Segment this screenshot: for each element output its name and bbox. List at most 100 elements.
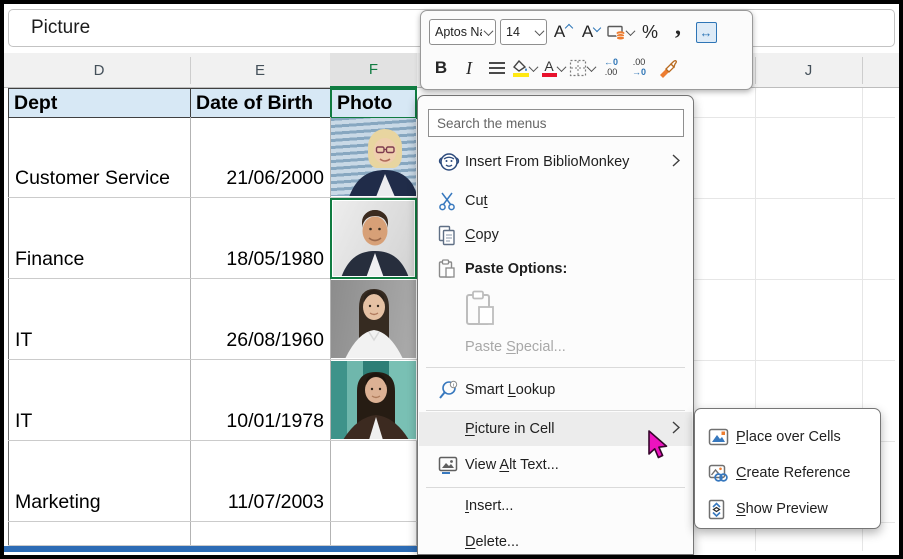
submenu-item-show-preview[interactable]: Show Preview bbox=[696, 493, 879, 525]
menu-item-cut[interactable]: Cut bbox=[419, 186, 692, 216]
font-name-dropdown[interactable]: Aptos Na bbox=[429, 19, 496, 45]
accounting-number-format-button[interactable] bbox=[607, 18, 634, 46]
increase-decimal-icon: .00→0 bbox=[632, 58, 646, 78]
cell-photo-1[interactable] bbox=[330, 117, 417, 198]
photo-blonde-woman-drawing bbox=[331, 118, 416, 196]
photo-blonde-woman[interactable] bbox=[331, 118, 416, 196]
sheet-bottom-bar bbox=[4, 546, 417, 552]
menu-item-copy[interactable]: Copy bbox=[419, 220, 692, 250]
menu-item-smart-lookup[interactable]: i Smart Lookup bbox=[419, 375, 692, 405]
italic-button[interactable]: I bbox=[457, 54, 481, 82]
name-box-value: Picture bbox=[31, 17, 90, 39]
context-menu: Insert From BiblioMonkey Cut bbox=[417, 95, 694, 555]
decrease-decimal-icon: ←0.00 bbox=[604, 58, 618, 78]
autofit-column-width-button[interactable]: ↔ bbox=[694, 18, 718, 46]
show-preview-icon bbox=[696, 499, 736, 520]
cell-dept-1[interactable]: Customer Service bbox=[8, 117, 191, 198]
cell-dept-5[interactable]: Marketing bbox=[8, 441, 191, 522]
submenu-arrow-icon bbox=[672, 421, 692, 438]
menu-separator bbox=[426, 410, 685, 411]
menu-item-insert[interactable]: Insert... bbox=[419, 491, 692, 521]
photo-woman-white-shirt[interactable] bbox=[331, 280, 416, 358]
clipboard-icon bbox=[419, 259, 465, 279]
cell-dob-4[interactable]: 10/01/1978 bbox=[190, 360, 331, 441]
align-center-button[interactable] bbox=[485, 54, 509, 82]
cell-empty[interactable] bbox=[190, 522, 331, 546]
submenu-item-create-reference[interactable]: Create Reference bbox=[696, 457, 879, 489]
percent-style-button[interactable]: % bbox=[638, 18, 662, 46]
cell-photo-3[interactable] bbox=[330, 279, 417, 360]
cell-empty[interactable] bbox=[330, 522, 417, 546]
cell-dept-2[interactable]: Finance bbox=[8, 198, 191, 279]
caret-down-icon bbox=[593, 24, 601, 32]
column-header-d[interactable]: D bbox=[8, 53, 190, 88]
chevron-down-icon bbox=[626, 26, 636, 36]
header-cell-dob[interactable]: Date of Birth bbox=[190, 88, 331, 118]
picture-in-cell-submenu: Place over Cells Create Reference bbox=[694, 408, 881, 529]
menu-item-insert-from-bibliomonkey[interactable]: Insert From BiblioMonkey bbox=[419, 147, 692, 177]
photo-man-dark-hair[interactable] bbox=[333, 201, 414, 276]
photo-woman-white-shirt-drawing bbox=[331, 280, 416, 358]
submenu-item-place-over-cells[interactable]: Place over Cells bbox=[696, 421, 879, 453]
paste-button[interactable] bbox=[464, 286, 508, 332]
autofit-icon: ↔ bbox=[696, 22, 717, 43]
chevron-down-icon bbox=[535, 26, 545, 36]
cell-dob-2[interactable]: 18/05/1980 bbox=[190, 198, 331, 279]
place-over-cells-icon bbox=[696, 428, 736, 446]
alt-text-icon bbox=[419, 456, 465, 475]
format-painter-icon bbox=[657, 58, 677, 78]
cell-empty[interactable] bbox=[8, 522, 191, 546]
cell-dept-4[interactable]: IT bbox=[8, 360, 191, 441]
decrease-font-size-button[interactable]: A bbox=[579, 18, 603, 46]
column-header-j[interactable]: J bbox=[755, 53, 862, 88]
fill-color-button[interactable] bbox=[513, 54, 537, 82]
align-center-icon bbox=[489, 62, 505, 74]
header-cell-photo[interactable]: Photo bbox=[330, 88, 417, 119]
column-header-f-selected[interactable]: F bbox=[330, 53, 417, 88]
format-painter-button[interactable] bbox=[655, 54, 679, 82]
header-cell-dept[interactable]: Dept bbox=[8, 88, 191, 118]
font-color-button[interactable]: A bbox=[541, 54, 565, 82]
cell-dob-5[interactable]: 11/07/2003 bbox=[190, 441, 331, 522]
cell-photo-5[interactable] bbox=[330, 441, 417, 522]
paste-clipboard-icon bbox=[464, 290, 496, 328]
monkey-icon bbox=[419, 152, 465, 172]
font-size-dropdown[interactable]: 14 bbox=[500, 19, 547, 45]
mini-toolbar-row-1: Aptos Na 14 A A % , bbox=[429, 15, 744, 49]
menu-item-delete[interactable]: Delete... bbox=[419, 527, 692, 557]
menu-item-paste-special[interactable]: Paste Special... bbox=[419, 332, 692, 362]
cell-photo-2-selected[interactable] bbox=[330, 198, 417, 279]
submenu-arrow-icon bbox=[672, 154, 692, 171]
increase-font-size-button[interactable]: A bbox=[551, 18, 575, 46]
cell-photo-4[interactable] bbox=[330, 360, 417, 441]
caret-up-icon bbox=[565, 24, 573, 32]
cell-dept-3[interactable]: IT bbox=[8, 279, 191, 360]
mini-toolbar-row-2: B I A bbox=[429, 51, 744, 85]
cursor-arrow-icon bbox=[646, 430, 670, 460]
copy-icon bbox=[419, 225, 465, 246]
chevron-down-icon bbox=[587, 62, 597, 72]
borders-icon bbox=[569, 59, 587, 77]
gridline bbox=[694, 360, 895, 361]
font-color-icon: A bbox=[542, 60, 557, 77]
cell-dob-1[interactable]: 21/06/2000 bbox=[190, 117, 331, 198]
comma-style-button[interactable]: , bbox=[666, 18, 690, 46]
menu-separator bbox=[426, 487, 685, 488]
bold-button[interactable]: B bbox=[429, 54, 453, 82]
menu-search-input[interactable] bbox=[428, 109, 684, 137]
mini-toolbar: Aptos Na 14 A A % , bbox=[420, 10, 753, 90]
gridline bbox=[694, 279, 895, 280]
decrease-decimal-button[interactable]: ←0.00 bbox=[599, 54, 623, 82]
column-separator bbox=[862, 57, 863, 84]
cell-dob-3[interactable]: 26/08/1960 bbox=[190, 279, 331, 360]
borders-button[interactable] bbox=[569, 54, 595, 82]
column-header-e[interactable]: E bbox=[190, 53, 330, 88]
fill-color-icon bbox=[513, 60, 529, 77]
accounting-format-icon bbox=[607, 24, 626, 40]
photo-woman-brown-blazer[interactable] bbox=[331, 361, 416, 439]
column-separator bbox=[190, 57, 191, 84]
mouse-cursor bbox=[646, 430, 670, 465]
menu-item-paste-options: Paste Options: bbox=[419, 254, 692, 284]
smart-lookup-icon: i bbox=[419, 380, 465, 400]
increase-decimal-button[interactable]: .00→0 bbox=[627, 54, 651, 82]
